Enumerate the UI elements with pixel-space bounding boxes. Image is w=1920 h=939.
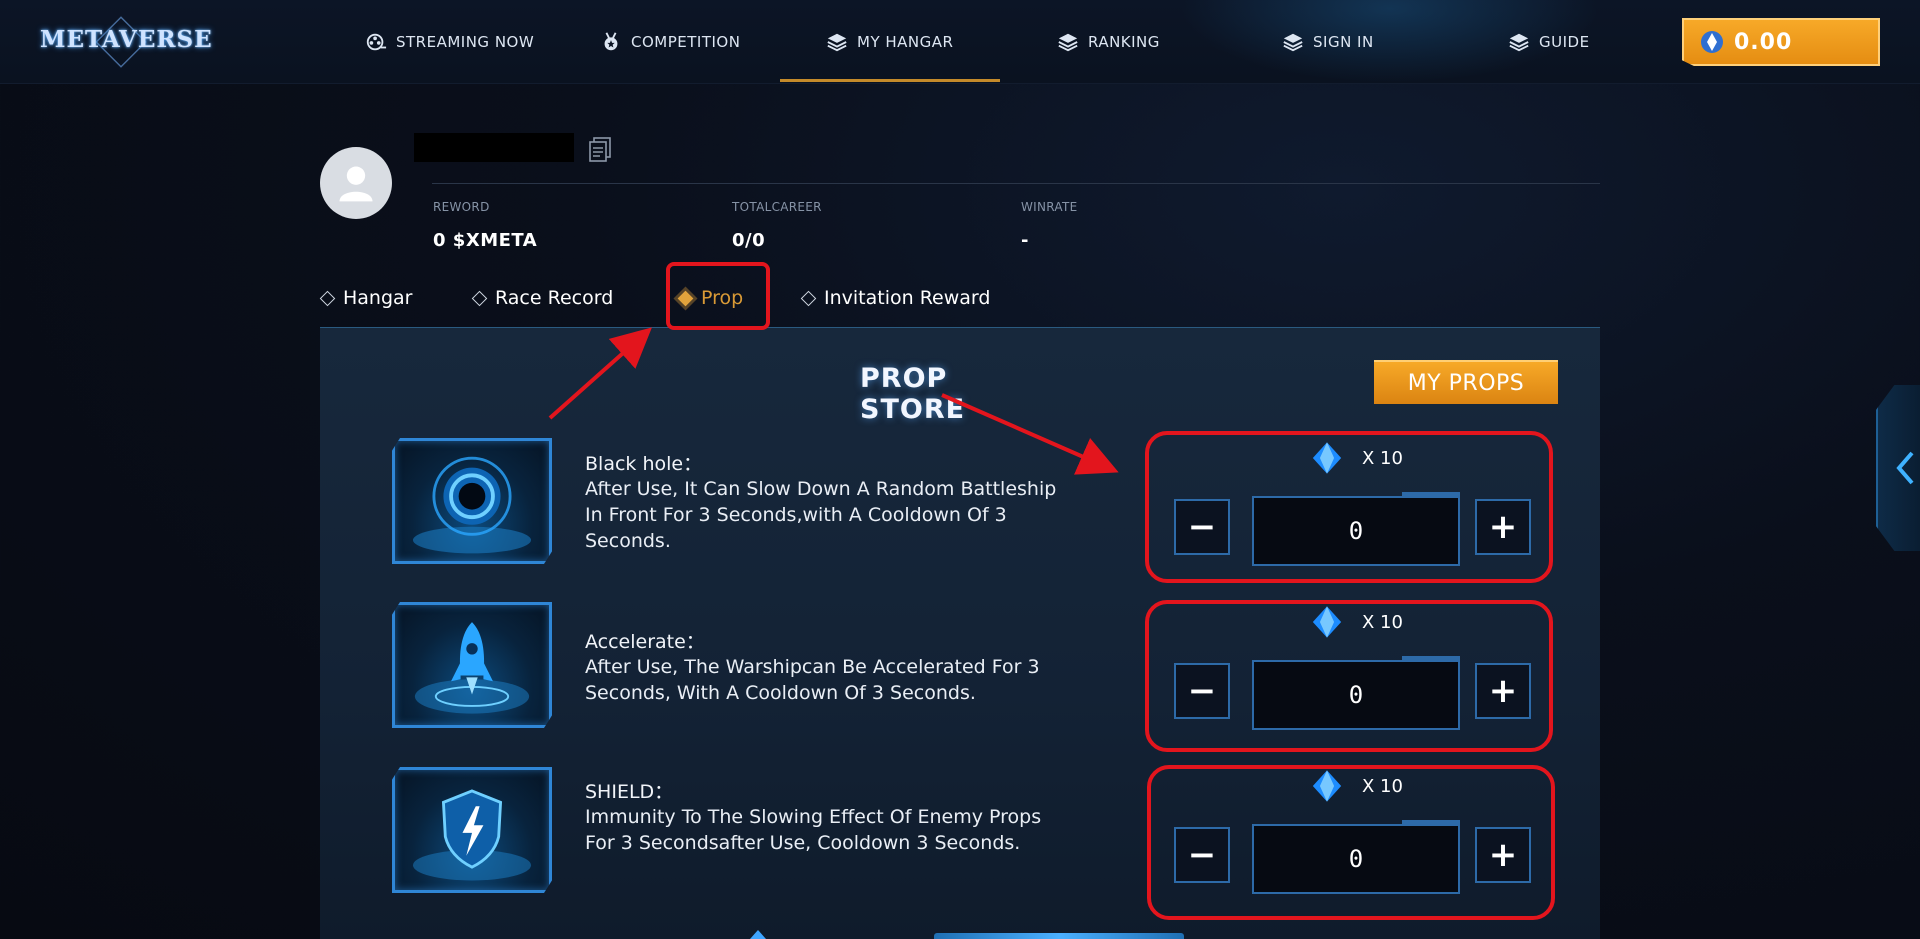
annotation-highlight-prop-3: [1147, 765, 1555, 920]
diamond-icon: [319, 290, 336, 306]
annotation-highlight-prop-2: [1145, 600, 1553, 752]
tab-invitation-reward[interactable]: Invitation Reward: [800, 283, 991, 313]
stat-label-totalcareer: TOTALCAREER: [732, 200, 822, 214]
tab-label: Invitation Reward: [824, 287, 991, 309]
annotation-highlight-prop-1: [1145, 431, 1553, 583]
nav-label: COMPETITION: [631, 33, 741, 51]
prop-name: Black hole：: [585, 453, 703, 475]
nav-label: MY HANGAR: [857, 33, 954, 51]
balance-button[interactable]: 0.00: [1682, 18, 1880, 66]
tab-label: Race Record: [495, 287, 614, 309]
prop-description: After Use, The Warshipcan Be Accelerated…: [585, 656, 1040, 704]
stat-label-winrate: WINRATE: [1021, 200, 1078, 214]
diamond-icon: [800, 290, 817, 306]
medal-icon: [604, 32, 618, 51]
side-collapse-tab[interactable]: [1876, 385, 1920, 551]
black-hole-icon: [412, 456, 532, 554]
stat-value-winrate: -: [1021, 230, 1029, 251]
prop-description: Immunity To The Slowing Effect Of Enemy …: [585, 806, 1042, 854]
copy-icon[interactable]: [588, 136, 612, 162]
avatar: [320, 147, 392, 219]
nav-item-ranking[interactable]: RANKING: [1057, 28, 1160, 56]
logo-text: METAVERSE: [40, 26, 213, 53]
chevron-left-icon: [1896, 451, 1914, 485]
store-title: PROP STORE: [860, 363, 966, 425]
layers-icon: [1058, 33, 1078, 52]
nav-active-indicator: [780, 79, 1000, 82]
user-icon: [339, 166, 373, 202]
bottom-decoration: [934, 933, 1184, 939]
nav-label: GUIDE: [1539, 33, 1590, 51]
nav-item-sign-in[interactable]: SIGN IN: [1282, 28, 1374, 56]
stat-value-totalcareer: 0/0: [732, 230, 766, 251]
logo[interactable]: METAVERSE: [40, 16, 213, 68]
tab-label: Hangar: [343, 287, 413, 309]
prop-image-accelerate: [392, 602, 552, 728]
layers-icon: [827, 33, 847, 52]
prop-image-shield: [392, 767, 552, 893]
tab-hangar[interactable]: Hangar: [319, 283, 413, 313]
annotation-highlight-prop-tab: [666, 262, 770, 330]
gem-icon: [1701, 31, 1723, 53]
shield-lightning-icon: [412, 789, 532, 881]
nav-item-streaming-now[interactable]: STREAMING NOW: [365, 28, 534, 56]
nav-item-competition[interactable]: COMPETITION: [600, 28, 740, 56]
nav-item-guide[interactable]: GUIDE: [1508, 28, 1590, 56]
prop-name: Accelerate：: [585, 631, 705, 653]
profile-divider: [432, 183, 1600, 184]
layers-icon: [1509, 33, 1529, 52]
nav-label: SIGN IN: [1313, 33, 1374, 51]
layers-icon: [1283, 33, 1303, 52]
top-nav: METAVERSE STREAMING NOW COMPETITION MY H…: [0, 0, 1920, 84]
nav-label: RANKING: [1088, 33, 1160, 51]
nav-label: STREAMING NOW: [396, 33, 535, 51]
my-props-button[interactable]: MY PROPS: [1374, 360, 1558, 404]
username-redacted: [414, 133, 574, 162]
prop-image-black-hole: [392, 438, 552, 564]
prop-name: SHIELD：: [585, 781, 674, 803]
stat-value-reward: 0 $XMETA: [433, 230, 538, 251]
stat-label-reward: REWORD: [433, 200, 490, 214]
film-reel-icon: [366, 33, 387, 51]
nav-item-my-hangar[interactable]: MY HANGAR: [826, 28, 953, 56]
rocket-icon: [414, 622, 530, 714]
diamond-icon: [471, 290, 488, 306]
prop-description: After Use, It Can Slow Down A Random Bat…: [585, 478, 1057, 552]
balance-value: 0.00: [1734, 29, 1793, 55]
tab-race-record[interactable]: Race Record: [471, 283, 614, 313]
